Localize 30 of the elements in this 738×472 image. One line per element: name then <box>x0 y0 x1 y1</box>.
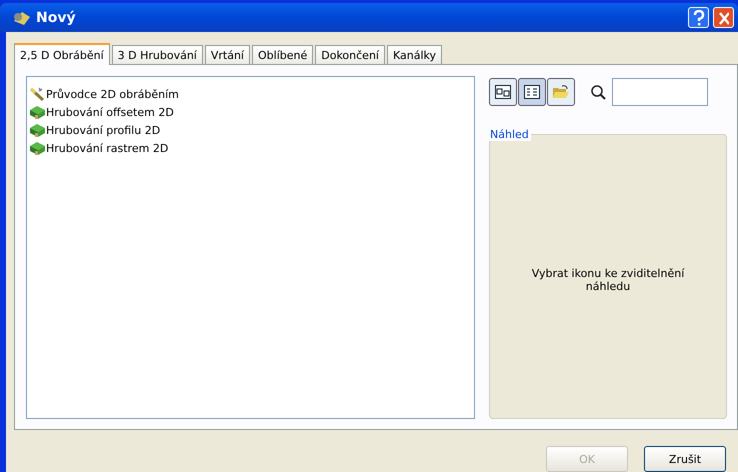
folder-button[interactable] <box>547 78 575 106</box>
icon-view-button[interactable] <box>489 78 517 106</box>
tab[interactable]: Oblíbené <box>252 45 314 64</box>
large-icons-icon <box>495 85 511 99</box>
cube-icon <box>29 104 45 120</box>
tab[interactable]: 3 D Hrubování <box>112 45 203 64</box>
list-view-button[interactable] <box>518 78 546 106</box>
list-item[interactable]: Hrubování offsetem 2D <box>29 103 472 121</box>
preview-message: Vybrat ikonu ke zviditelnění náhledu <box>530 266 686 292</box>
group-title: Náhled <box>488 128 531 141</box>
tab[interactable]: Kanálky <box>386 45 442 64</box>
cube-icon <box>29 140 45 156</box>
tab[interactable]: 2,5 D Obrábění <box>14 43 110 65</box>
help-button[interactable] <box>688 7 709 28</box>
list-item[interactable]: Hrubování rastrem 2D <box>29 139 472 157</box>
window-title: Nový <box>36 10 76 26</box>
cube-icon <box>29 122 45 138</box>
folder-icon <box>552 85 570 99</box>
wand-icon <box>29 86 45 102</box>
list-item[interactable]: Průvodce 2D obráběním <box>29 85 472 103</box>
search-field[interactable] <box>612 78 708 106</box>
list-view-icon <box>524 85 540 99</box>
close-button[interactable] <box>713 7 734 28</box>
tab[interactable]: Dokončení <box>315 45 385 64</box>
cancel-button[interactable]: Zrušit <box>644 446 726 472</box>
list-item[interactable]: Hrubování profilu 2D <box>29 121 472 139</box>
tab[interactable]: Vrtání <box>204 45 250 64</box>
search-icon <box>590 84 606 100</box>
question-mark-icon <box>692 10 704 26</box>
close-icon <box>718 10 728 26</box>
